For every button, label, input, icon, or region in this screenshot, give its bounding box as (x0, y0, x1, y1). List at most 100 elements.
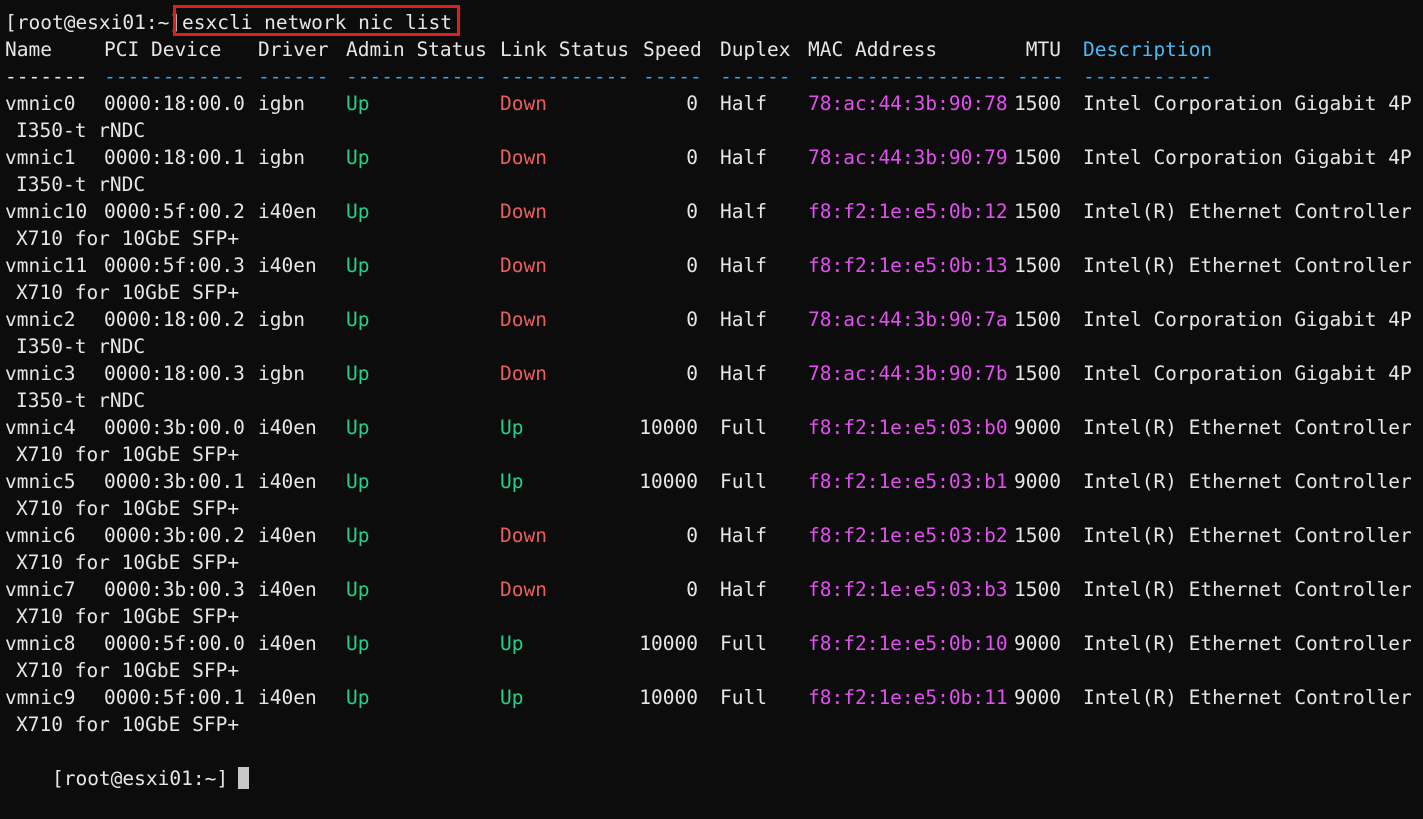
duplex-cell: Half (720, 254, 767, 277)
table-row: vmnic10 0000:5f:00.2 i40en Up Down 0 Half f8:f2… (5, 198, 1420, 225)
driver-cell: i40en (258, 686, 317, 709)
description-continuation-cell: X710 for 10GbE SFP+ (16, 443, 240, 466)
duplex-cell: Full (720, 632, 767, 655)
link-status-cell: Up (500, 686, 524, 709)
link-status-cell: Down (500, 308, 547, 331)
link-status-cell: Up (500, 470, 524, 493)
pci-device-cell: 0000:18:00.1 (104, 146, 245, 169)
table-row-wrap: I350-t rNDC (5, 171, 1420, 198)
driver-cell: i40en (258, 578, 317, 601)
link-status-cell: Up (500, 632, 524, 655)
table-row: vmnic1 0000:18:00.1 igbn Up Down 0 Half 78:ac:4… (5, 144, 1420, 171)
description-cell: Intel(R) Ethernet Controller (1083, 254, 1412, 277)
description-continuation-cell: I350-t rNDC (16, 335, 146, 358)
duplex-cell: Full (720, 416, 767, 439)
duplex-cell: Half (720, 200, 767, 223)
pci-device-cell: 0000:18:00.3 (104, 362, 245, 385)
dash-speed: ----- (643, 65, 702, 88)
table-row-wrap: X710 for 10GbE SFP+ (5, 495, 1420, 522)
mac-address-cell: 78:ac:44:3b:90:7a (808, 308, 1008, 331)
admin-status-cell: Up (346, 470, 370, 493)
driver-cell: igbn (258, 92, 305, 115)
nic-name-cell: vmnic9 (5, 686, 76, 709)
table-row: vmnic5 0000:3b:00.1 i40en Up Up 10000 Full f8:f… (5, 468, 1420, 495)
terminal[interactable]: [root@esxi01:~] esxcli network nic list … (5, 5, 1420, 790)
dash-mac: ----------------- (808, 65, 1008, 88)
speed-cell: 0 (686, 200, 698, 223)
mtu-cell: 1500 (1014, 578, 1061, 601)
description-continuation-cell: I350-t rNDC (16, 173, 146, 196)
pci-device-cell: 0000:18:00.0 (104, 92, 245, 115)
speed-cell: 10000 (639, 470, 698, 493)
admin-status-cell: Up (346, 92, 370, 115)
duplex-cell: Half (720, 362, 767, 385)
nic-name-cell: vmnic7 (5, 578, 76, 601)
header-admin: Admin Status (346, 38, 487, 61)
table-row-wrap: I350-t rNDC (5, 333, 1420, 360)
shell-prompt-current: [root@esxi01:~] (51, 767, 229, 790)
admin-status-cell: Up (346, 146, 370, 169)
mtu-cell: 1500 (1014, 524, 1061, 547)
description-continuation-cell: I350-t rNDC (16, 389, 146, 412)
prompt-line-current: [root@esxi01:~] (5, 738, 1420, 790)
nic-name-cell: vmnic6 (5, 524, 76, 547)
duplex-cell: Half (720, 92, 767, 115)
driver-cell: igbn (258, 362, 305, 385)
block-cursor-icon (238, 767, 250, 789)
description-cell: Intel(R) Ethernet Controller (1083, 470, 1412, 493)
speed-cell: 0 (686, 524, 698, 547)
table-row-wrap: X710 for 10GbE SFP+ (5, 657, 1420, 684)
driver-cell: i40en (258, 632, 317, 655)
table-row-wrap: I350-t rNDC (5, 117, 1420, 144)
mac-address-cell: f8:f2:1e:e5:0b:13 (808, 254, 1008, 277)
mtu-cell: 9000 (1014, 416, 1061, 439)
mac-address-cell: f8:f2:1e:e5:0b:11 (808, 686, 1008, 709)
description-continuation-cell: X710 for 10GbE SFP+ (16, 605, 240, 628)
table-row-wrap: I350-t rNDC (5, 387, 1420, 414)
dash-duplex: ------ (720, 65, 791, 88)
shell-prompt: [root@esxi01:~] (5, 11, 182, 34)
mtu-cell: 1500 (1014, 92, 1061, 115)
header-mac: MAC Address (808, 38, 938, 61)
nic-name-cell: vmnic1 (5, 146, 76, 169)
table-row: vmnic3 0000:18:00.3 igbn Up Down 0 Half 78:ac:4… (5, 360, 1420, 387)
mtu-cell: 1500 (1014, 254, 1061, 277)
pci-device-cell: 0000:18:00.2 (104, 308, 245, 331)
link-status-cell: Up (500, 416, 524, 439)
driver-cell: i40en (258, 470, 317, 493)
table-row: vmnic6 0000:3b:00.2 i40en Up Down 0 Half f8:f2:… (5, 522, 1420, 549)
mtu-cell: 1500 (1014, 200, 1061, 223)
header-mtu: MTU (1025, 38, 1061, 61)
link-status-cell: Down (500, 146, 547, 169)
description-cell: Intel(R) Ethernet Controller (1083, 200, 1412, 223)
description-cell: Intel Corporation Gigabit 4P (1083, 362, 1412, 385)
table-row-wrap: X710 for 10GbE SFP+ (5, 549, 1420, 576)
mac-address-cell: f8:f2:1e:e5:03:b3 (808, 578, 1008, 601)
admin-status-cell: Up (346, 254, 370, 277)
mtu-cell: 1500 (1014, 308, 1061, 331)
description-continuation-cell: X710 for 10GbE SFP+ (16, 713, 240, 736)
speed-cell: 0 (686, 254, 698, 277)
pci-device-cell: 0000:3b:00.0 (104, 416, 245, 439)
mtu-cell: 1500 (1014, 146, 1061, 169)
mac-address-cell: f8:f2:1e:e5:0b:10 (808, 632, 1008, 655)
nic-name-cell: vmnic11 (5, 254, 88, 277)
description-cell: Intel(R) Ethernet Controller (1083, 416, 1412, 439)
header-duplex: Duplex (720, 38, 791, 61)
link-status-cell: Down (500, 362, 547, 385)
table-row-wrap: X710 for 10GbE SFP+ (5, 603, 1420, 630)
mac-address-cell: 78:ac:44:3b:90:7b (808, 362, 1008, 385)
duplex-cell: Full (720, 686, 767, 709)
admin-status-cell: Up (346, 686, 370, 709)
speed-cell: 10000 (639, 686, 698, 709)
pci-device-cell: 0000:5f:00.0 (104, 632, 245, 655)
pci-device-cell: 0000:5f:00.3 (104, 254, 245, 277)
speed-cell: 0 (686, 146, 698, 169)
description-cell: Intel Corporation Gigabit 4P (1083, 92, 1412, 115)
description-cell: Intel(R) Ethernet Controller (1083, 632, 1412, 655)
driver-cell: igbn (258, 308, 305, 331)
table-row-wrap: X710 for 10GbE SFP+ (5, 279, 1420, 306)
link-status-cell: Down (500, 578, 547, 601)
description-cell: Intel(R) Ethernet Controller (1083, 578, 1412, 601)
dash-pci: ------------ (104, 65, 245, 88)
